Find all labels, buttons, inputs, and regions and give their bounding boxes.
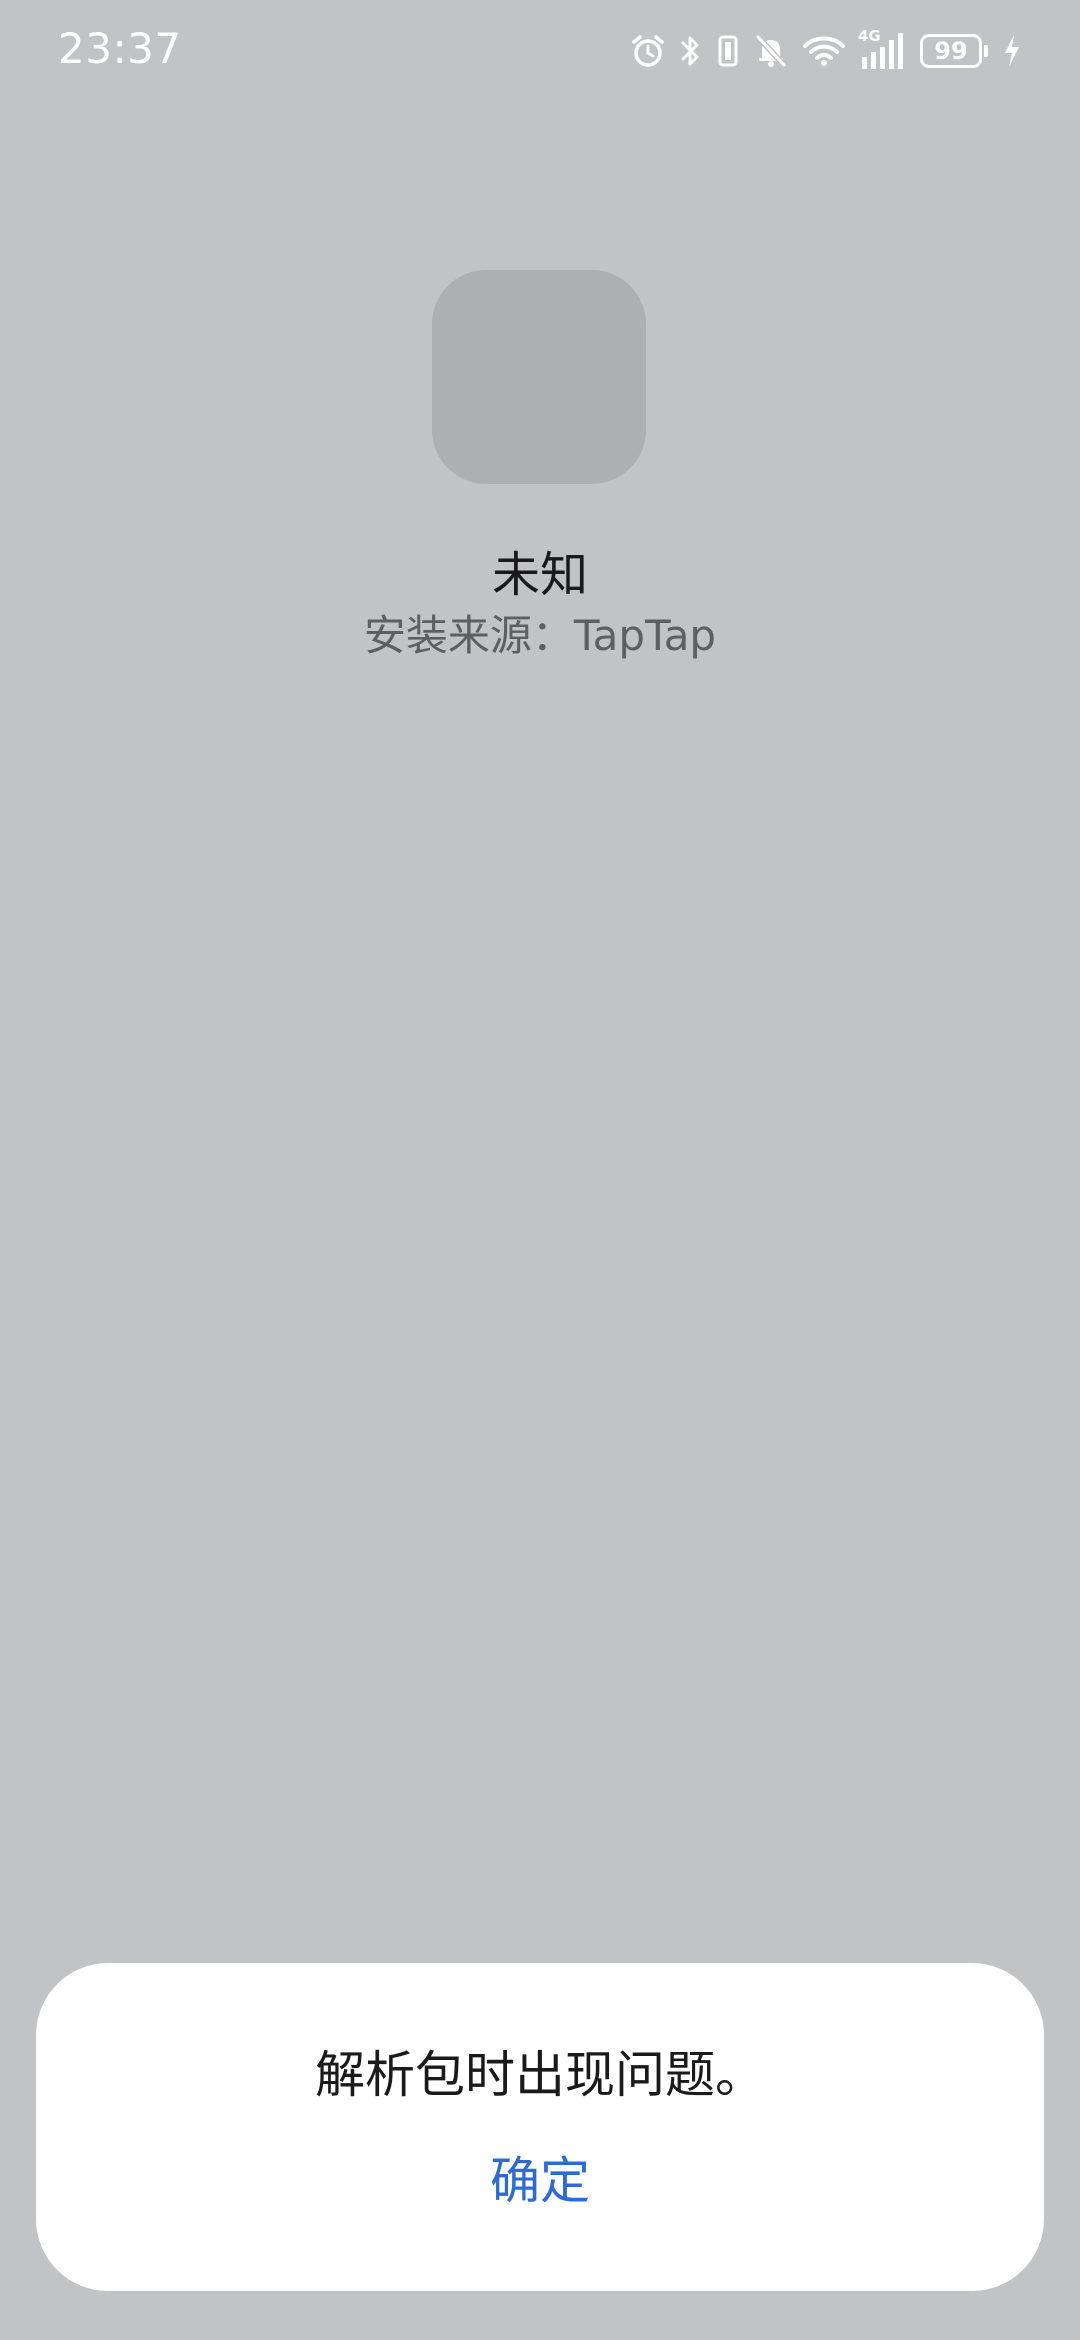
battery-icon: 99: [920, 34, 988, 68]
cellular-signal-icon: 4G: [858, 27, 906, 71]
alarm-icon: [630, 33, 666, 69]
battery-level: 99: [920, 34, 982, 68]
charging-icon: [1002, 33, 1022, 69]
vibrate-icon: [716, 33, 740, 69]
bluetooth-icon: [680, 33, 702, 69]
network-type-label: 4G: [858, 27, 881, 45]
error-dialog: 解析包时出现问题。 确定: [36, 1963, 1044, 2291]
status-bar: 23:37 4G 99: [0, 0, 1080, 100]
app-icon-placeholder: [432, 270, 646, 484]
app-name: 未知: [491, 547, 588, 603]
status-icons: 4G 99: [630, 27, 1022, 74]
ok-button[interactable]: 确定: [440, 2141, 640, 2221]
status-time: 23:37: [58, 24, 182, 73]
install-source: 安装来源：TapTap: [363, 611, 717, 660]
wifi-icon: [802, 33, 846, 69]
dialog-message: 解析包时出现问题。: [315, 2046, 765, 2104]
mute-icon: [754, 33, 788, 69]
battery-cap: [984, 45, 988, 57]
